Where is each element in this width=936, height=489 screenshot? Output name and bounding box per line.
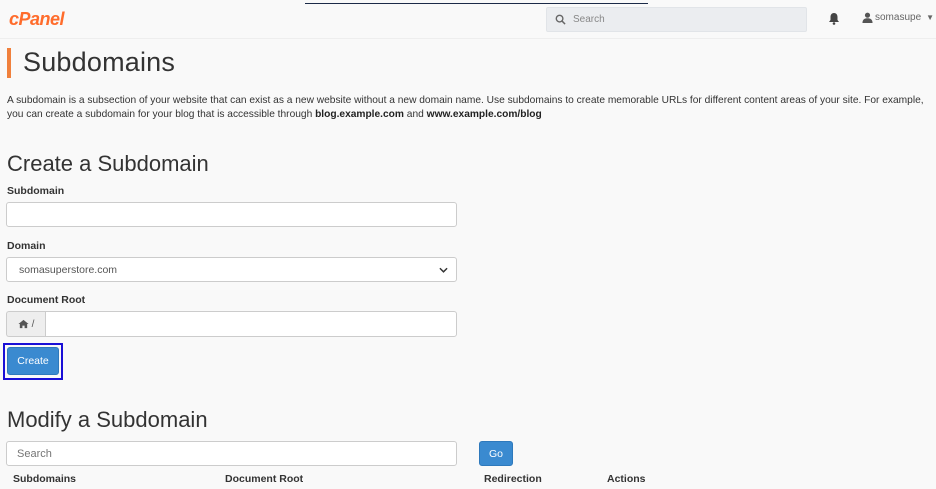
title-accent-bar <box>7 48 11 78</box>
document-root-prefix: / <box>6 311 45 337</box>
subdomain-label: Subdomain <box>7 185 65 197</box>
cpanel-logo[interactable]: cPanel <box>9 9 65 30</box>
go-button[interactable]: Go <box>479 441 513 466</box>
page-title: Subdomains <box>23 47 176 77</box>
document-root-group: / <box>6 311 457 337</box>
create-button[interactable]: Create <box>7 347 59 375</box>
username-label: somasupe <box>875 12 922 23</box>
user-icon <box>862 12 873 23</box>
top-divider-line <box>305 3 648 4</box>
page-description: A subdomain is a subsection of your webs… <box>7 94 932 121</box>
description-example-1: blog.example.com <box>315 108 404 120</box>
chevron-down-icon <box>439 267 448 273</box>
global-search-input[interactable] <box>573 14 773 25</box>
create-subdomain-heading: Create a Subdomain <box>7 151 209 176</box>
modify-subdomain-heading: Modify a Subdomain <box>7 407 208 432</box>
home-icon <box>18 319 29 329</box>
document-root-label: Document Root <box>7 294 86 306</box>
description-and: and <box>403 108 427 120</box>
domain-selected-value: somasuperstore.com <box>19 263 118 276</box>
search-icon <box>555 14 566 25</box>
modify-search-input[interactable] <box>6 441 457 466</box>
column-header-redirection[interactable]: Redirection <box>484 473 542 485</box>
domain-select[interactable]: somasuperstore.com <box>6 257 457 282</box>
top-bar: cPanel somasupe ▼ <box>0 0 936 39</box>
column-header-document-root[interactable]: Document Root <box>225 473 303 485</box>
global-search-box[interactable] <box>546 7 807 32</box>
caret-down-icon: ▼ <box>926 13 935 22</box>
user-menu[interactable]: somasupe ▼ <box>862 12 934 23</box>
column-header-subdomains[interactable]: Subdomains <box>13 473 76 485</box>
document-root-slash: / <box>31 318 35 330</box>
description-example-2: www.example.com/blog <box>426 108 542 120</box>
subdomain-input[interactable] <box>6 202 457 227</box>
document-root-input[interactable] <box>45 311 457 337</box>
bell-icon[interactable] <box>828 12 840 25</box>
domain-label: Domain <box>7 240 46 252</box>
column-header-actions: Actions <box>607 473 646 485</box>
